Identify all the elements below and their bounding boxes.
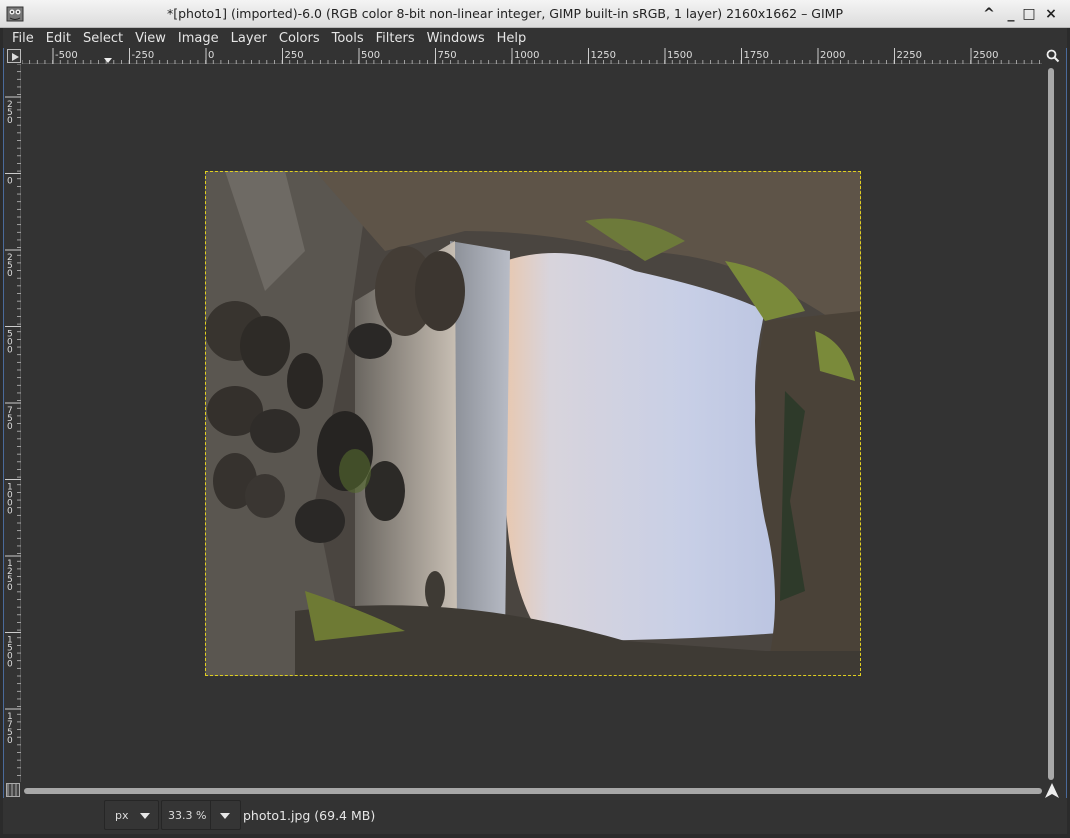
menu-select[interactable]: Select [83, 31, 123, 46]
minimize-button[interactable]: _ [1001, 4, 1021, 24]
menu-help[interactable]: Help [497, 31, 527, 46]
menu-file[interactable]: File [12, 31, 34, 46]
ruler-label: 500 [361, 50, 380, 61]
gimp-app-icon [6, 6, 24, 22]
horizontal-scrollbar-thumb[interactable] [24, 788, 1042, 794]
ruler-label: 0 [7, 177, 13, 187]
ruler-label: 0 [7, 583, 13, 593]
ruler-label: 2000 [820, 50, 845, 61]
menu-view[interactable]: View [135, 31, 166, 46]
magnifier-icon [1046, 49, 1060, 63]
ruler-menu-button[interactable] [7, 49, 21, 63]
image-canvas[interactable] [22, 65, 1046, 782]
unit-value: px [115, 809, 129, 822]
ruler-label: 1250 [591, 50, 616, 61]
triangle-right-icon [12, 53, 19, 61]
ruler-label: -500 [55, 50, 78, 61]
vertical-ruler[interactable]: 25002505007501000125015001750 [5, 64, 21, 782]
ruler-label: 0 [7, 422, 13, 432]
horizontal-ruler[interactable]: -500 -250 0 250 500 750 1000 1250 1500 1750 2000 22… [22, 48, 1042, 64]
pointer-marker [104, 58, 112, 63]
close-button[interactable]: × [1041, 4, 1061, 24]
ruler-label: 2500 [973, 50, 998, 61]
window-title: *[photo1] (imported)-6.0 (RGB color 8-bi… [166, 6, 844, 21]
ruler-label: 750 [438, 50, 457, 61]
menu-bar: File Edit Select View Image Layer Colors… [3, 28, 1067, 48]
ruler-label: 0 [7, 736, 13, 746]
vertical-ruler-ticks: 25002505007501000125015001750 [5, 64, 21, 776]
ruler-label: 0 [7, 660, 13, 670]
photo-content [205, 171, 861, 676]
horizontal-scrollbar[interactable] [24, 786, 1042, 796]
quick-mask-icon[interactable] [6, 783, 20, 797]
ruler-label: 0 [7, 269, 13, 279]
ruler-label: 0 [208, 50, 214, 61]
zoom-selector[interactable]: 33.3 % [161, 800, 241, 830]
ruler-label: 1500 [667, 50, 692, 61]
horizontal-ruler-ticks: -500 -250 0 250 500 750 1000 1250 1500 1750 2000 22… [22, 48, 1040, 64]
ruler-label: 2250 [897, 50, 922, 61]
ruler-label: 1000 [514, 50, 539, 61]
menu-filters[interactable]: Filters [376, 31, 415, 46]
unit-selector[interactable]: px [104, 800, 159, 830]
ruler-label: -250 [132, 50, 155, 61]
menu-edit[interactable]: Edit [46, 31, 71, 46]
ruler-label: 0 [7, 116, 13, 126]
maximize-button[interactable]: □ [1019, 4, 1039, 24]
menu-windows[interactable]: Windows [427, 31, 485, 46]
vertical-scrollbar-thumb[interactable] [1048, 68, 1054, 780]
chevron-down-icon [140, 813, 150, 819]
menu-image[interactable]: Image [178, 31, 219, 46]
zoom-separator [210, 801, 211, 829]
file-info-label: photo1.jpg (69.4 MB) [243, 808, 376, 823]
ruler-label: 0 [7, 346, 13, 356]
menu-colors[interactable]: Colors [279, 31, 320, 46]
ruler-label: 250 [285, 50, 304, 61]
rollup-button[interactable]: ^ [979, 4, 999, 24]
ruler-label: 0 [7, 507, 13, 517]
photo-image[interactable] [205, 171, 861, 676]
zoom-toggle-button[interactable] [1043, 48, 1063, 64]
menu-layer[interactable]: Layer [231, 31, 267, 46]
vertical-scrollbar[interactable] [1046, 68, 1056, 780]
title-bar[interactable]: *[photo1] (imported)-6.0 (RGB color 8-bi… [0, 0, 1070, 28]
ruler-label: 1750 [744, 50, 769, 61]
zoom-value[interactable]: 33.3 % [168, 809, 206, 822]
menu-tools[interactable]: Tools [332, 31, 364, 46]
chevron-down-icon[interactable] [220, 813, 230, 819]
